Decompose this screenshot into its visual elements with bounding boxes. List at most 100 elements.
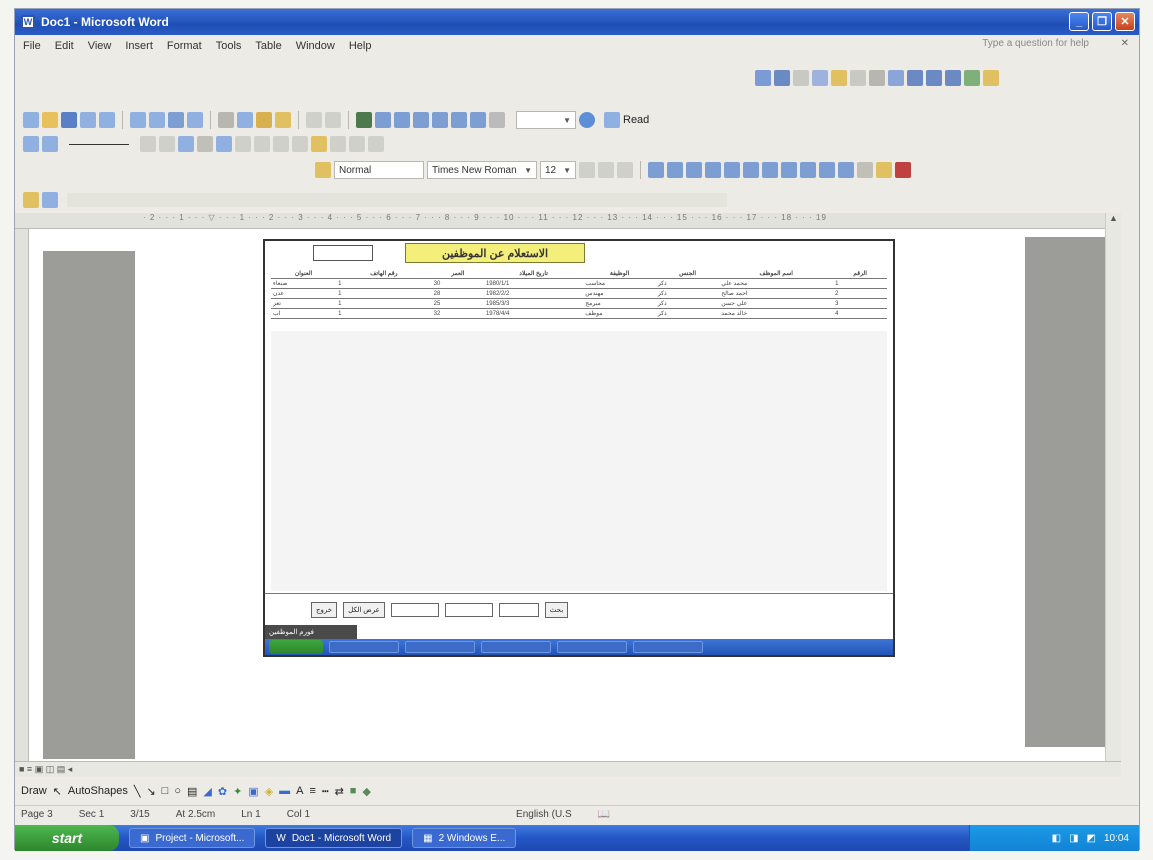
horizontal-scrollbar[interactable]: ■ ≡ ▣ ◫ ▤ ◂ xyxy=(15,761,1121,777)
autoformat-icon[interactable] xyxy=(311,136,327,152)
eraser-icon[interactable] xyxy=(42,136,58,152)
taskbar-item-explorer[interactable]: ▦ 2 Windows E... xyxy=(412,828,517,848)
cut-icon[interactable] xyxy=(218,112,234,128)
menu-tools[interactable]: Tools xyxy=(216,40,242,52)
filter-combo-2[interactable] xyxy=(444,602,493,617)
start-button[interactable]: start xyxy=(15,825,119,851)
read-button[interactable]: Read xyxy=(623,114,649,126)
autosum-icon[interactable] xyxy=(368,136,384,152)
spell-icon[interactable] xyxy=(831,70,847,86)
menu-table[interactable]: Table xyxy=(255,40,281,52)
search-button[interactable]: بحث xyxy=(544,601,569,618)
shadow-icon[interactable]: ■ xyxy=(350,785,357,797)
title-bar[interactable]: W Doc1 - Microsoft Word _ ❐ ✕ xyxy=(15,9,1139,35)
print-icon[interactable] xyxy=(793,70,809,86)
copy-icon[interactable] xyxy=(237,112,253,128)
close-icon[interactable]: ✕ xyxy=(1115,12,1135,31)
taskbar-item-word[interactable]: W Doc1 - Microsoft Word xyxy=(265,828,403,848)
menu-help[interactable]: Help xyxy=(349,40,372,52)
line-weight-icon[interactable] xyxy=(140,136,156,152)
arrow-style-icon[interactable]: ⇄ xyxy=(335,785,344,798)
decrease-indent-icon[interactable] xyxy=(819,162,835,178)
restore-icon[interactable]: ❐ xyxy=(1092,12,1112,31)
rtl-icon[interactable] xyxy=(762,162,778,178)
merge-cells-icon[interactable] xyxy=(235,136,251,152)
oval-icon[interactable]: ○ xyxy=(174,785,181,797)
border-color-icon[interactable] xyxy=(159,136,175,152)
3d-icon[interactable]: ◆ xyxy=(362,785,370,798)
help-question-box[interactable]: Type a question for help xyxy=(982,38,1089,49)
picture-icon[interactable]: ▣ xyxy=(248,785,258,798)
vertical-ruler[interactable] xyxy=(15,229,29,761)
align-left-icon[interactable] xyxy=(648,162,664,178)
preview-icon[interactable] xyxy=(812,70,828,86)
scroll-up-icon[interactable]: ▲ xyxy=(1106,213,1121,223)
line-style-icon[interactable]: ≡ xyxy=(310,785,316,797)
sort-asc-icon[interactable] xyxy=(330,136,346,152)
numbering-icon[interactable] xyxy=(781,162,797,178)
help-icon[interactable] xyxy=(579,112,595,128)
font-combo[interactable]: Times New Roman ▼ xyxy=(427,161,537,179)
minimize-icon[interactable]: _ xyxy=(1069,12,1089,31)
folder-icon[interactable] xyxy=(23,192,39,208)
font-color-icon[interactable]: A xyxy=(296,785,303,797)
textbox-icon[interactable]: ▤ xyxy=(187,785,197,798)
outside-border-icon[interactable] xyxy=(857,162,873,178)
window-icon[interactable] xyxy=(42,192,58,208)
cut-icon[interactable] xyxy=(850,70,866,86)
style-combo[interactable]: Normal xyxy=(334,161,424,179)
show-all-button[interactable]: عرض الكل xyxy=(343,601,385,618)
tray-icon[interactable]: ◨ xyxy=(1069,833,1078,844)
align-cells-icon[interactable] xyxy=(273,136,289,152)
font-color-icon[interactable] xyxy=(895,162,911,178)
paste-icon[interactable] xyxy=(888,70,904,86)
draw-table-icon[interactable] xyxy=(23,136,39,152)
highlight-icon[interactable] xyxy=(876,162,892,178)
line-icon[interactable]: ╲ xyxy=(134,785,141,798)
fill-color-icon[interactable]: ◈ xyxy=(265,785,273,798)
draw-menu[interactable]: Draw xyxy=(21,785,47,797)
paste-icon[interactable] xyxy=(256,112,272,128)
align-center-icon[interactable] xyxy=(667,162,683,178)
save-icon[interactable] xyxy=(61,112,77,128)
new-icon[interactable] xyxy=(23,112,39,128)
search-field[interactable] xyxy=(498,602,539,617)
permission-icon[interactable] xyxy=(80,112,96,128)
line-color-icon[interactable]: ▬ xyxy=(279,785,290,797)
align-icon[interactable] xyxy=(907,70,923,86)
drawing-icon[interactable] xyxy=(451,112,467,128)
format-painter-icon[interactable] xyxy=(275,112,291,128)
rectangle-icon[interactable]: □ xyxy=(162,785,169,797)
underline-icon[interactable] xyxy=(617,162,633,178)
spelling-icon[interactable] xyxy=(168,112,184,128)
columns-icon[interactable] xyxy=(432,112,448,128)
shading-icon[interactable] xyxy=(197,136,213,152)
justify-icon[interactable] xyxy=(705,162,721,178)
exit-button[interactable]: خروج xyxy=(311,601,338,618)
redo-icon[interactable] xyxy=(325,112,341,128)
styles-icon[interactable] xyxy=(315,162,331,178)
vertical-scrollbar[interactable]: ▲ xyxy=(1105,213,1121,761)
italic-icon[interactable] xyxy=(598,162,614,178)
menu-insert[interactable]: Insert xyxy=(125,40,153,52)
bullets-icon[interactable] xyxy=(800,162,816,178)
dash-style-icon[interactable]: ┅ xyxy=(322,785,329,798)
align-right-icon[interactable] xyxy=(686,162,702,178)
ltr-icon[interactable] xyxy=(743,162,759,178)
print-icon[interactable] xyxy=(130,112,146,128)
menu-edit[interactable]: Edit xyxy=(55,40,74,52)
menu-format[interactable]: Format xyxy=(167,40,202,52)
drawing-icon[interactable] xyxy=(945,70,961,86)
autoshapes-menu[interactable]: AutoShapes xyxy=(68,785,128,797)
columns-icon[interactable] xyxy=(926,70,942,86)
filter-combo[interactable] xyxy=(390,602,439,617)
tray-icon[interactable]: ◧ xyxy=(1052,833,1061,844)
document-map-icon[interactable] xyxy=(470,112,486,128)
insert-excel-icon[interactable] xyxy=(413,112,429,128)
select-objects-icon[interactable]: ↖ xyxy=(53,785,62,798)
increase-indent-icon[interactable] xyxy=(838,162,854,178)
clipart-icon[interactable]: ✦ xyxy=(233,785,242,798)
wordart-icon[interactable]: ◢ xyxy=(203,785,211,798)
menu-file[interactable]: File xyxy=(23,40,41,52)
close-doc-icon[interactable]: ✕ xyxy=(1121,38,1129,49)
